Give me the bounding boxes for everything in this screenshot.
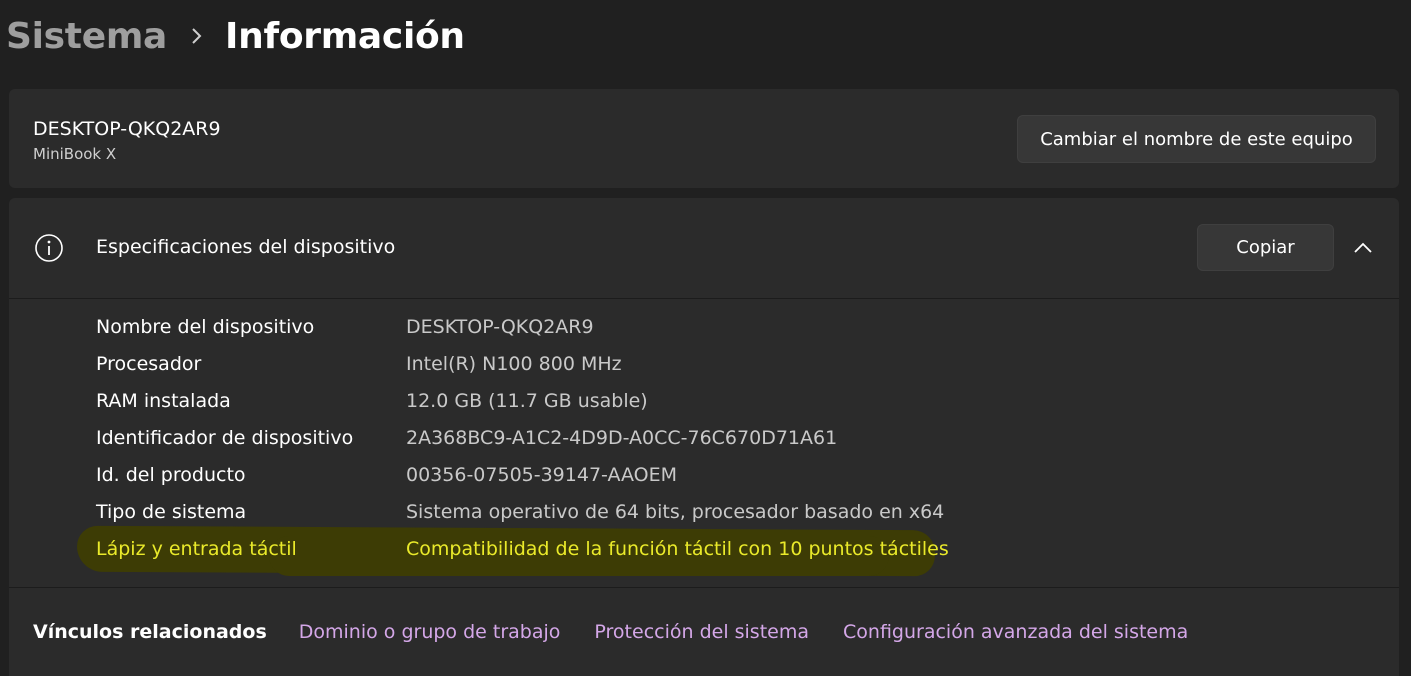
spec-row-product-id: Id. del producto 00356-07505-39147-AAOEM <box>9 460 1399 497</box>
rename-pc-button[interactable]: Cambiar el nombre de este equipo <box>1017 115 1376 163</box>
spec-value[interactable]: 00356-07505-39147-AAOEM <box>406 464 677 486</box>
spec-row-ram: RAM instalada 12.0 GB (11.7 GB usable) <box>9 386 1399 423</box>
chevron-right-icon <box>191 27 203 45</box>
spec-label: Nombre del dispositivo <box>96 316 315 338</box>
spec-row-device-id: Identificador de dispositivo 2A368BC9-A1… <box>9 423 1399 460</box>
spec-row-device-name: Nombre del dispositivo DESKTOP-QKQ2AR9 <box>9 312 1399 349</box>
page-title: Información <box>225 15 465 57</box>
breadcrumb-parent[interactable]: Sistema <box>6 16 167 57</box>
spec-label: Lápiz y entrada táctil <box>96 538 297 560</box>
spec-value[interactable]: Intel(R) N100 800 MHz <box>406 353 622 375</box>
link-advanced-system-settings[interactable]: Configuración avanzada del sistema <box>843 621 1188 643</box>
spec-value[interactable]: 12.0 GB (11.7 GB usable) <box>406 390 648 412</box>
device-name: DESKTOP-QKQ2AR9 <box>33 118 221 140</box>
link-domain-workgroup[interactable]: Dominio o grupo de trabajo <box>299 621 561 643</box>
related-links-title: Vínculos relacionados <box>33 621 267 643</box>
specs-title: Especificaciones del dispositivo <box>96 236 396 258</box>
device-specifications-card: Especificaciones del dispositivo Copiar … <box>9 198 1399 676</box>
spec-value[interactable]: Compatibilidad de la función táctil con … <box>406 538 949 560</box>
spec-label: Identificador de dispositivo <box>96 427 354 449</box>
related-links: Vínculos relacionados Dominio o grupo de… <box>9 588 1399 676</box>
device-model: MiniBook X <box>33 145 117 163</box>
spec-label: Id. del producto <box>96 464 246 486</box>
device-name-card: DESKTOP-QKQ2AR9 MiniBook X Cambiar el no… <box>9 89 1399 188</box>
spec-value[interactable]: Sistema operativo de 64 bits, procesador… <box>406 501 944 523</box>
spec-rows: Nombre del dispositivo DESKTOP-QKQ2AR9 P… <box>9 312 1399 577</box>
spec-label: RAM instalada <box>96 390 231 412</box>
specs-header[interactable]: Especificaciones del dispositivo Copiar <box>9 198 1399 299</box>
spec-value[interactable]: 2A368BC9-A1C2-4D9D-A0CC-76C670D71A61 <box>406 427 837 449</box>
spec-value[interactable]: DESKTOP-QKQ2AR9 <box>406 316 594 338</box>
spec-row-pen-touch: Lápiz y entrada táctil Compatibilidad de… <box>9 525 1399 577</box>
copy-button[interactable]: Copiar <box>1197 224 1334 271</box>
spec-label: Procesador <box>96 353 202 375</box>
spec-label: Tipo de sistema <box>96 501 247 523</box>
info-icon <box>34 233 64 263</box>
spec-row-processor: Procesador Intel(R) N100 800 MHz <box>9 349 1399 386</box>
link-system-protection[interactable]: Protección del sistema <box>594 621 809 643</box>
breadcrumb: Sistema Información <box>6 8 465 64</box>
chevron-up-icon[interactable] <box>1347 234 1379 262</box>
